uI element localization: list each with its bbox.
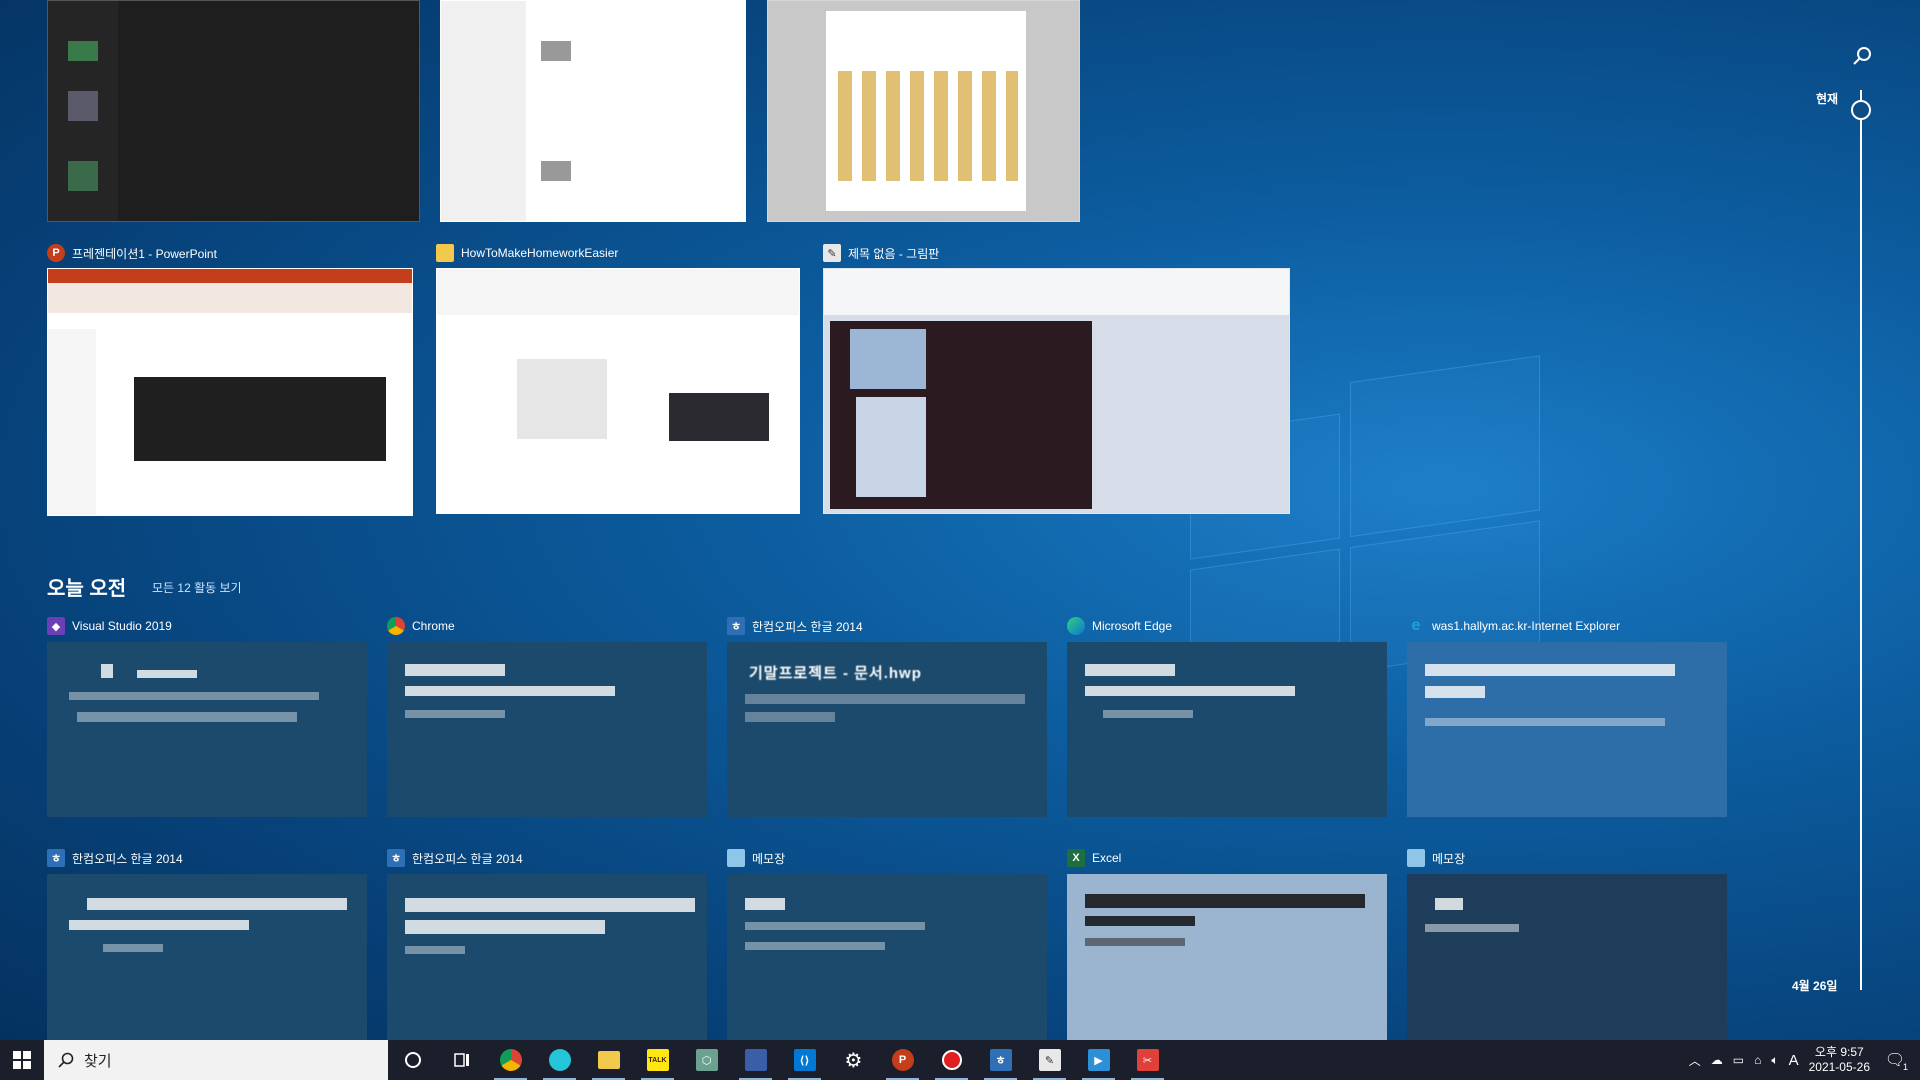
timeline-section-title: 오늘 오전 <box>47 578 127 600</box>
network-app-icon <box>744 1049 767 1071</box>
powerpoint-icon: P <box>47 244 65 262</box>
timeline-rail[interactable] <box>1860 90 1862 990</box>
taskbar-chrome[interactable] <box>486 1040 535 1080</box>
card-label-visual-studio: ◆ Visual Studio 2019 <box>47 617 172 635</box>
paint-icon: ✎ <box>1038 1049 1061 1071</box>
folder-icon <box>436 244 454 262</box>
ime-indicator[interactable]: A <box>1789 1052 1799 1069</box>
paint-icon: ✎ <box>823 244 841 262</box>
activity-card-hwp-3[interactable] <box>387 874 707 1040</box>
card-label-chrome: Chrome <box>387 617 455 635</box>
thumbnail-paint[interactable] <box>823 268 1290 514</box>
activity-card-notepad-2[interactable] <box>1407 874 1727 1040</box>
taskbar-network-app[interactable] <box>731 1040 780 1080</box>
vscode-icon: ⟨⟩ <box>793 1049 816 1071</box>
search-icon[interactable] <box>1852 46 1872 66</box>
taskbar: 찾기 TALK ⬡ ⟨⟩ ⚙ P ㅎ ✎ ▶ ✂ ︿ ☁ ▭ ⌂ 🔈︎ A 오후… <box>0 1040 1920 1080</box>
volume-icon[interactable]: 🔈︎ <box>1771 1053 1778 1068</box>
taskbar-app-hex[interactable]: ⬡ <box>682 1040 731 1080</box>
thumbnail-label-powerpoint: P 프레젠테이션1 - PowerPoint <box>47 244 217 262</box>
card-label-hwp: ㅎ 한컴오피스 한글 2014 <box>727 617 863 635</box>
internet-explorer-icon: e <box>1411 617 1421 634</box>
activity-card-visual-studio[interactable] <box>47 642 367 817</box>
chevron-up-icon[interactable]: ︿ <box>1689 1052 1701 1069</box>
thumbnail-explorer-top[interactable] <box>440 0 746 222</box>
cortana-button[interactable] <box>388 1040 437 1080</box>
taskbar-snipping-tool[interactable]: ✂ <box>1123 1040 1172 1080</box>
chrome-icon <box>387 617 405 635</box>
thumbnail-label-folder: HowToMakeHomeworkEasier <box>436 244 618 262</box>
card-label-hwp-3: ㅎ 한컴오피스 한글 2014 <box>387 849 523 867</box>
excel-icon: X <box>1067 849 1085 867</box>
notepad-icon <box>727 849 745 867</box>
thumbnail-powerpoint[interactable] <box>47 268 413 516</box>
taskbar-paint[interactable]: ✎ <box>1025 1040 1074 1080</box>
activity-card-chrome[interactable] <box>387 642 707 817</box>
cortana-icon <box>404 1052 421 1068</box>
visual-studio-icon: ◆ <box>47 617 65 635</box>
bird-app-icon <box>548 1049 571 1071</box>
activity-card-ie[interactable] <box>1407 642 1727 817</box>
activity-card-hwp[interactable]: 기말프로젝트 - 문서.hwp <box>727 642 1047 817</box>
taskbar-kakaotalk[interactable]: TALK <box>633 1040 682 1080</box>
thumbnail-paint-top[interactable] <box>767 0 1080 222</box>
chrome-icon <box>499 1049 522 1071</box>
clock-date: 2021-05-26 <box>1808 1060 1870 1074</box>
taskbar-recorder[interactable] <box>927 1040 976 1080</box>
media-player-icon: ▶ <box>1087 1049 1110 1071</box>
notification-count: 1 <box>1902 1062 1908 1072</box>
timeline-slider-handle[interactable] <box>1851 100 1871 120</box>
activity-card-edge[interactable] <box>1067 642 1387 817</box>
card-label-notepad-2: 메모장 <box>1407 849 1465 867</box>
record-icon <box>941 1050 962 1070</box>
hwp-icon: ㅎ <box>989 1049 1012 1071</box>
windows-start-icon <box>13 1051 31 1069</box>
hwp-icon: ㅎ <box>47 849 65 867</box>
hwp-icon: ㅎ <box>727 617 745 635</box>
edge-icon <box>1067 617 1085 635</box>
start-button[interactable] <box>0 1040 44 1080</box>
hexagon-app-icon: ⬡ <box>695 1049 718 1071</box>
see-all-activities-link[interactable]: 모든 12 활동 보기 <box>152 579 242 596</box>
notification-center-button[interactable]: 🗨︎ 1 <box>1880 1050 1910 1072</box>
card-label-excel: X Excel <box>1067 849 1121 867</box>
kakaotalk-icon: TALK <box>646 1049 669 1071</box>
thumbnail-folder[interactable] <box>436 268 800 514</box>
taskbar-bird-app[interactable] <box>535 1040 584 1080</box>
gear-icon: ⚙ <box>844 1049 863 1072</box>
battery-icon[interactable]: ▭ <box>1733 1053 1744 1067</box>
snipping-tool-icon: ✂ <box>1136 1049 1159 1071</box>
system-tray: ︿ ☁ ▭ ⌂ 🔈︎ A 오후 9:57 2021-05-26 🗨︎ 1 <box>1689 1040 1920 1080</box>
card-label-ie: e was1.hallym.ac.kr-Internet Explorer <box>1407 617 1621 635</box>
search-placeholder: 찾기 <box>84 1052 112 1070</box>
taskbar-hwp[interactable]: ㅎ <box>976 1040 1025 1080</box>
thumbnail-label-paint: ✎ 제목 없음 - 그림판 <box>823 244 939 262</box>
search-icon <box>58 1052 74 1068</box>
timeline-date-label: 4월 26일 <box>1792 979 1838 993</box>
onedrive-cloud-icon[interactable]: ☁ <box>1711 1053 1723 1067</box>
folder-icon <box>597 1051 620 1069</box>
card-label-edge: Microsoft Edge <box>1067 617 1172 635</box>
activity-card-hwp-2[interactable] <box>47 874 367 1040</box>
card-label-notepad: 메모장 <box>727 849 785 867</box>
taskbar-search-box[interactable]: 찾기 <box>44 1040 388 1080</box>
timeline-now-label: 현재 <box>1816 92 1839 106</box>
taskbar-file-explorer[interactable] <box>584 1040 633 1080</box>
activity-card-excel[interactable] <box>1067 874 1387 1040</box>
activity-card-notepad[interactable] <box>727 874 1047 1040</box>
task-view-button[interactable] <box>437 1040 486 1080</box>
hwp-icon: ㅎ <box>387 849 405 867</box>
card-label-hwp-2: ㅎ 한컴오피스 한글 2014 <box>47 849 183 867</box>
powerpoint-icon: P <box>891 1049 914 1071</box>
taskbar-vscode[interactable]: ⟨⟩ <box>780 1040 829 1080</box>
clock[interactable]: 오후 9:57 2021-05-26 <box>1809 1045 1870 1075</box>
taskbar-powerpoint[interactable]: P <box>878 1040 927 1080</box>
taskbar-media-app[interactable]: ▶ <box>1074 1040 1123 1080</box>
thumbnail-vscode-top[interactable] <box>47 0 420 222</box>
network-icon[interactable]: ⌂ <box>1754 1053 1761 1067</box>
clock-time: 오후 9:57 <box>1814 1045 1864 1059</box>
taskbar-settings[interactable]: ⚙ <box>829 1040 878 1080</box>
notepad-icon <box>1407 849 1425 867</box>
task-view-icon <box>453 1053 469 1067</box>
